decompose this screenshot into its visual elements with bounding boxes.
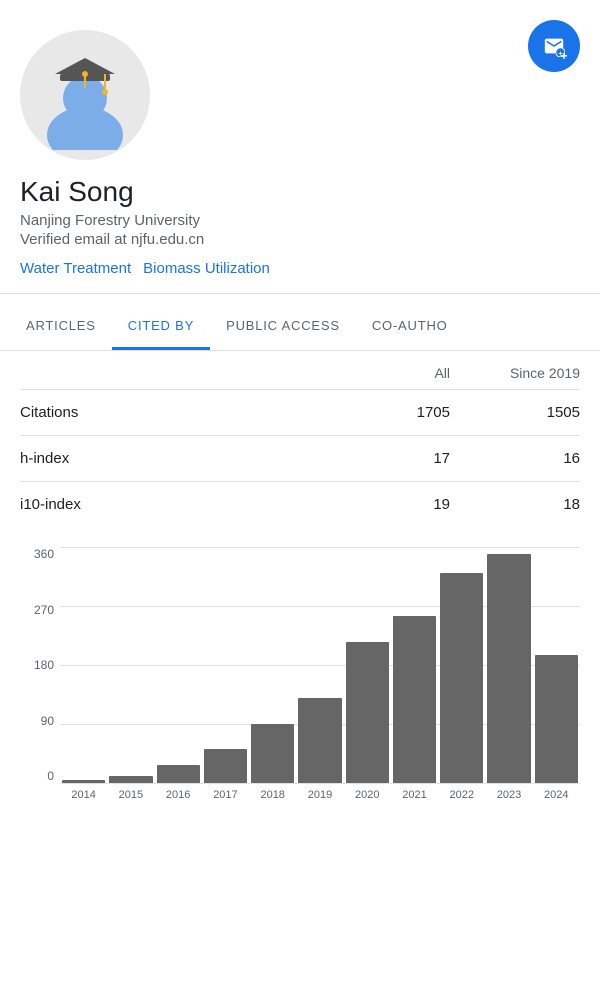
- tab-articles[interactable]: ARTICLES: [10, 304, 112, 350]
- x-axis-label: 2021: [393, 783, 436, 807]
- bar-fill: [487, 554, 530, 783]
- bar-item: [487, 554, 530, 783]
- bar-item: [346, 642, 389, 783]
- bar-fill: [346, 642, 389, 783]
- y-axis-label: 90: [41, 714, 54, 728]
- svg-text:+: +: [560, 50, 567, 62]
- bar-fill: [393, 616, 436, 783]
- bar-item: [157, 765, 200, 783]
- tab-co-authors[interactable]: CO-AUTHO: [356, 304, 464, 350]
- stats-value-i10index-all: 19: [320, 496, 450, 513]
- follow-button[interactable]: + +: [528, 20, 580, 72]
- stats-section: All Since 2019 Citations 1705 1505 h-ind…: [0, 351, 600, 527]
- bar-item: [535, 655, 578, 783]
- y-axis-label: 180: [34, 658, 54, 672]
- tab-public-access[interactable]: PUBLIC ACCESS: [210, 304, 356, 350]
- bar-fill: [298, 698, 341, 783]
- stats-value-hindex-since: 16: [450, 450, 580, 467]
- col-header-since: Since 2019: [450, 365, 580, 381]
- profile-email: Verified email at njfu.edu.cn: [20, 231, 204, 248]
- stats-label-hindex: h-index: [20, 450, 320, 467]
- x-axis-label: 2015: [109, 783, 152, 807]
- x-axis-label: 2023: [487, 783, 530, 807]
- y-axis-label: 360: [34, 547, 54, 561]
- bar-fill: [204, 749, 247, 783]
- bars-row: [60, 547, 580, 783]
- bar-fill: [157, 765, 200, 783]
- interest-biomass[interactable]: Biomass Utilization: [143, 260, 270, 277]
- x-axis-label: 2024: [535, 783, 578, 807]
- profile-name: Kai Song: [20, 176, 134, 208]
- bar-item: [109, 776, 152, 783]
- x-axis-label: 2014: [62, 783, 105, 807]
- interests-row: Water Treatment Biomass Utilization: [20, 260, 270, 277]
- col-header-all: All: [320, 365, 450, 381]
- stats-row-hindex: h-index 17 16: [20, 435, 580, 481]
- bar-item: [204, 749, 247, 783]
- chart-wrapper: 360270180900 201420152016201720182019202…: [20, 547, 580, 807]
- tab-cited-by[interactable]: CITED BY: [112, 304, 210, 350]
- y-axis-label: 270: [34, 603, 54, 617]
- chart-area: 2014201520162017201820192020202120222023…: [60, 547, 580, 807]
- x-axis-label: 2018: [251, 783, 294, 807]
- tabs-container: ARTICLES CITED BY PUBLIC ACCESS CO-AUTHO: [0, 304, 600, 351]
- interest-water-treatment[interactable]: Water Treatment: [20, 260, 131, 277]
- stats-row-citations: Citations 1705 1505: [20, 389, 580, 435]
- avatar: [20, 30, 150, 160]
- x-axis-label: 2017: [204, 783, 247, 807]
- x-axis-label: 2016: [157, 783, 200, 807]
- bar-fill: [109, 776, 152, 783]
- stats-value-citations-since: 1505: [450, 404, 580, 421]
- stats-value-i10index-since: 18: [450, 496, 580, 513]
- x-labels-row: 2014201520162017201820192020202120222023…: [60, 783, 580, 807]
- stats-row-i10index: i10-index 19 18: [20, 481, 580, 527]
- x-axis-label: 2022: [440, 783, 483, 807]
- x-axis-label: 2020: [346, 783, 389, 807]
- stats-header-row: All Since 2019: [20, 351, 580, 389]
- bar-item: [393, 616, 436, 783]
- bar-fill: [251, 724, 294, 783]
- profile-section: Kai Song Nanjing Forestry University Ver…: [0, 0, 600, 293]
- profile-affiliation: Nanjing Forestry University: [20, 212, 200, 229]
- stats-label-citations: Citations: [20, 404, 320, 421]
- bar-fill: [440, 573, 483, 783]
- x-axis-label: 2019: [298, 783, 341, 807]
- stats-label-i10index: i10-index: [20, 496, 320, 513]
- plus-icon: +: [558, 50, 570, 62]
- bar-item: [440, 573, 483, 783]
- stats-value-citations-all: 1705: [320, 404, 450, 421]
- y-axis: 360 270 180 90 0: [20, 547, 60, 807]
- stats-value-hindex-all: 17: [320, 450, 450, 467]
- bar-item: [298, 698, 341, 783]
- chart-section: 360270180900 201420152016201720182019202…: [0, 527, 600, 817]
- y-axis-label: 0: [47, 769, 54, 783]
- divider-top: [0, 293, 600, 294]
- bar-item: [251, 724, 294, 783]
- bar-fill: [535, 655, 578, 783]
- avatar-image: [30, 40, 140, 150]
